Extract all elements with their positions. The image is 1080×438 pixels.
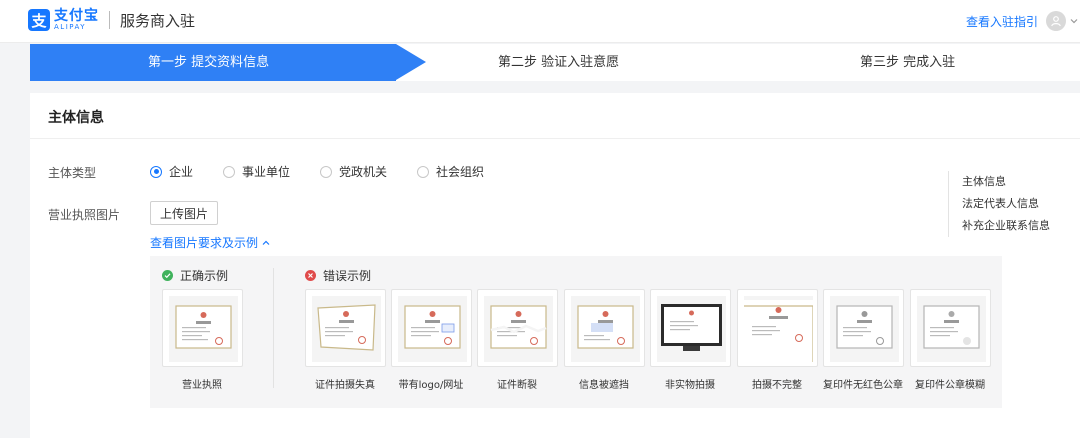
wrong-example-thumbnail[interactable] — [650, 289, 731, 367]
chevron-up-icon — [262, 240, 270, 245]
side-nav-legal-rep[interactable]: 法定代表人信息 — [962, 193, 1080, 215]
wrong-example-thumbnail[interactable] — [305, 289, 386, 367]
view-requirements-link[interactable]: 查看图片要求及示例 — [150, 234, 271, 251]
entity-type-label: 主体类型 — [48, 166, 97, 180]
alipay-logo-icon: 支 — [28, 9, 50, 31]
wrong-example-thumbnail[interactable] — [564, 289, 645, 367]
radio-public-institution[interactable]: 事业单位 — [223, 163, 290, 180]
view-requirements-text: 查看图片要求及示例 — [150, 236, 259, 250]
incomplete-license-image-icon — [744, 296, 813, 362]
logo-divider — [109, 11, 110, 29]
wrong-example-label: 拍摄不完整 — [752, 380, 802, 391]
wrong-example-label: 信息被遮挡 — [579, 380, 629, 391]
wrong-example-thumbnail[interactable] — [477, 289, 558, 367]
radio-social-organization[interactable]: 社会组织 — [417, 163, 484, 180]
radio-unchecked-icon — [417, 165, 430, 178]
wrong-example-label: 证件断裂 — [497, 380, 537, 391]
radio-enterprise[interactable]: 企业 — [150, 163, 193, 180]
check-circle-icon — [162, 270, 173, 281]
correct-example-thumbnail[interactable] — [162, 289, 243, 367]
examples-separator — [273, 268, 274, 388]
side-nav-entity-info[interactable]: 主体信息 — [962, 171, 1080, 193]
radio-label: 事业单位 — [242, 165, 291, 179]
wrong-example-heading: 错误示例 — [305, 267, 371, 284]
user-icon — [1051, 16, 1061, 27]
section-divider — [30, 138, 1080, 139]
wrong-example-label: 带有logo/网址 — [398, 380, 464, 391]
radio-unchecked-icon — [223, 165, 236, 178]
wrong-example-thumbnail[interactable] — [737, 289, 818, 367]
business-license-image-icon — [169, 296, 238, 362]
wrong-example-thumbnail[interactable] — [391, 289, 472, 367]
step-3: 第三步 完成入驻 — [860, 55, 956, 70]
alipay-logo[interactable]: 支 支付宝 ALIPAY 服务商入驻 — [28, 9, 195, 31]
wrong-example-label: 复印件无红色公章 — [823, 380, 903, 391]
wrong-example-label: 非实物拍摄 — [665, 380, 715, 391]
radio-label: 社会组织 — [436, 165, 485, 179]
top-header: 支 支付宝 ALIPAY 服务商入驻 查看入驻指引 — [0, 0, 1080, 43]
obscured-license-image-icon — [571, 296, 640, 362]
business-license-label: 营业执照图片 — [48, 208, 121, 222]
entity-type-radio-group: 企业 事业单位 党政机关 社会组织 — [150, 163, 514, 180]
wrong-example-label: 证件拍摄失真 — [315, 380, 375, 391]
side-anchor-nav: 主体信息 法定代表人信息 补充企业联系信息 — [948, 171, 1080, 237]
header-actions: 查看入驻指引 — [966, 10, 1080, 32]
error-circle-icon — [305, 270, 316, 281]
correct-example-label: 营业执照 — [182, 380, 222, 391]
wrong-example-thumbnail[interactable] — [823, 289, 904, 367]
blurry-seal-license-image-icon — [917, 296, 986, 362]
side-nav-contact-info[interactable]: 补充企业联系信息 — [962, 215, 1080, 237]
step-1: 第一步 提交资料信息 — [148, 55, 270, 70]
logo-english-text: ALIPAY — [54, 23, 87, 31]
radio-label: 企业 — [169, 165, 194, 179]
avatar[interactable] — [1046, 11, 1066, 31]
chevron-down-icon[interactable] — [1068, 15, 1080, 27]
main-form-card: 主体信息 主体类型 企业 事业单位 党政机关 社会组织 营业执照图片 上传图片 … — [30, 93, 1080, 438]
correct-example-title: 正确示例 — [180, 269, 229, 283]
radio-government[interactable]: 党政机关 — [320, 163, 387, 180]
alipay-wordmark: 支付宝 ALIPAY — [54, 9, 99, 31]
step-2: 第二步 验证入驻意愿 — [498, 55, 620, 70]
radio-unchecked-icon — [320, 165, 333, 178]
logo-chinese-text: 支付宝 — [54, 8, 99, 24]
progress-stepper: 第一步 提交资料信息 第二步 验证入驻意愿 第三步 完成入驻 — [30, 44, 1080, 81]
wrong-example-label: 复印件公章模糊 — [915, 380, 985, 391]
radio-label: 党政机关 — [339, 165, 388, 179]
correct-example-heading: 正确示例 — [162, 267, 228, 284]
broken-license-image-icon — [484, 296, 553, 362]
distorted-license-image-icon — [312, 296, 381, 362]
radio-checked-icon — [150, 165, 162, 178]
page-title: 服务商入驻 — [120, 11, 196, 30]
wrong-example-title: 错误示例 — [323, 269, 372, 283]
screen-photo-license-image-icon — [657, 296, 726, 362]
wrong-example-thumbnail[interactable] — [910, 289, 991, 367]
grey-copy-license-image-icon — [830, 296, 899, 362]
guide-link[interactable]: 查看入驻指引 — [966, 13, 1038, 30]
upload-image-button[interactable]: 上传图片 — [150, 201, 218, 225]
license-examples-panel: 正确示例 错误示例 营业执照 证件拍摄失真 带有logo/网址 证件断裂 信息被… — [150, 256, 1002, 408]
step-active-arrow — [396, 44, 426, 80]
logo-watermark-license-image-icon — [398, 296, 467, 362]
section-title: 主体信息 — [48, 110, 104, 126]
